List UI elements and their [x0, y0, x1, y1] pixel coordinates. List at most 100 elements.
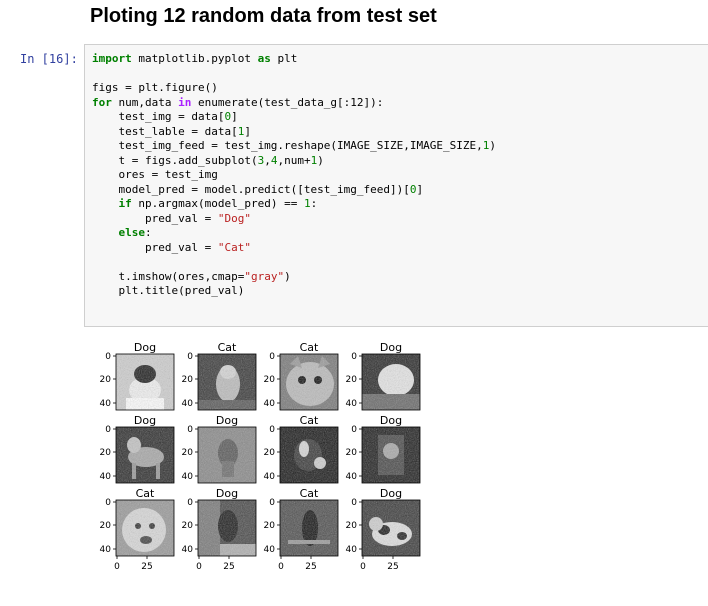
code-token: pred_val =: [92, 240, 218, 254]
code-line: pred_val = "Dog": [92, 212, 251, 225]
subplot-image: [116, 500, 174, 556]
subplot-title: Dog: [134, 414, 156, 427]
x-tick-label: 0: [196, 562, 202, 572]
subplot-title: Dog: [216, 487, 238, 500]
subplot: Cat 0 20 40: [264, 414, 339, 484]
code-cell[interactable]: import matplotlib.pyplot as plt figs = p…: [84, 44, 708, 327]
code-token: "gray": [244, 269, 285, 283]
subplot-title: Cat: [136, 487, 155, 500]
code-token: ): [317, 153, 324, 167]
code-token: enumerate(test_data_g[:12]):: [191, 95, 384, 109]
subplot: Dog020400 25: [346, 487, 421, 572]
y-tick-label: 40: [346, 545, 358, 555]
code-line: if np.argmax(model_pred) == 1:: [92, 197, 318, 210]
code-token: "Cat": [217, 240, 251, 254]
code-line: t.imshow(ores,cmap="gray"): [92, 269, 291, 283]
subplot: Dog 0 20 40: [182, 414, 257, 484]
code-token: 0: [409, 182, 417, 196]
subplot-title: Cat: [300, 414, 319, 427]
y-tick-label: 0: [269, 425, 275, 435]
output-figure: Dog 0 20 40 Cat 0 20 40 Cat 0 20 40 Dog 0 20 40 Dog 0 20 40…: [90, 334, 430, 584]
y-tick-label: 40: [182, 472, 194, 482]
code-token: matplotlib.pyplot: [131, 52, 258, 65]
code-token: :: [145, 226, 152, 239]
y-tick-label: 20: [264, 375, 276, 385]
code-line: pred_val = "Cat": [92, 241, 251, 254]
y-tick-label: 0: [105, 425, 111, 435]
y-tick-label: 20: [264, 521, 276, 531]
y-tick-label: 0: [187, 425, 193, 435]
y-tick-label: 40: [346, 472, 358, 482]
y-tick-label: 20: [346, 448, 358, 458]
code-token: :: [310, 197, 318, 210]
subplot-title: Dog: [380, 414, 402, 427]
subplot-image: [362, 427, 420, 483]
subplot-title: Cat: [218, 341, 237, 354]
code-token: ,: [264, 153, 271, 167]
y-tick-label: 20: [182, 448, 194, 458]
y-tick-label: 20: [100, 375, 112, 385]
subplot-grid: Dog 0 20 40 Cat 0 20 40 Cat 0 20 40 Dog 0 20 40 Dog 0 20 40…: [100, 341, 421, 572]
code-token: ]: [416, 182, 424, 196]
y-tick-label: 40: [100, 472, 112, 482]
y-tick-label: 40: [100, 545, 112, 555]
y-tick-label: 40: [100, 399, 112, 409]
y-tick-label: 20: [182, 521, 194, 531]
code-token: ores = test_img: [92, 168, 218, 181]
code-token: num,data: [111, 95, 179, 109]
subplot-title: Cat: [300, 487, 319, 500]
code-token: model_pred = model.predict([test_img_fee…: [92, 182, 410, 196]
y-tick-label: 0: [351, 352, 357, 362]
y-tick-label: 40: [182, 399, 194, 409]
y-tick-label: 20: [100, 448, 112, 458]
subplot-image: [116, 354, 174, 410]
x-tick-label: 25: [387, 562, 398, 572]
code-token: test_lable = data[: [92, 124, 238, 138]
subplot-title: Cat: [300, 341, 319, 354]
code-token: for: [92, 95, 112, 109]
subplot-title: Dog: [216, 414, 238, 427]
code-token: ): [489, 139, 496, 152]
code-line: test_img = data[0]: [92, 110, 237, 123]
y-tick-label: 20: [264, 448, 276, 458]
subplot-title: Dog: [380, 341, 402, 354]
code-token: pred_val =: [92, 211, 218, 225]
y-tick-label: 40: [264, 545, 276, 555]
code-token: 1: [303, 197, 311, 210]
y-tick-label: 0: [351, 498, 357, 508]
code-token: t = figs.add_subplot(: [92, 153, 258, 167]
y-tick-label: 40: [264, 399, 276, 409]
subplot-image: [198, 427, 256, 483]
code-token: plt: [270, 52, 298, 65]
code-token: test_img_feed = test_img.reshape(IMAGE_S…: [92, 139, 483, 152]
code-line: for num,data in enumerate(test_data_g[:1…: [92, 96, 383, 109]
code-token: in: [178, 95, 192, 109]
y-tick-label: 0: [105, 498, 111, 508]
subplot: Cat 0 20 40: [182, 341, 257, 411]
code-token: t.imshow(ores,cmap=: [92, 269, 245, 283]
x-tick-label: 0: [114, 562, 120, 572]
code-line: ores = test_img: [92, 168, 218, 181]
subplot: Dog020400 25: [182, 487, 257, 572]
subplot-image: [198, 500, 256, 556]
y-tick-label: 0: [187, 352, 193, 362]
y-tick-label: 40: [346, 399, 358, 409]
code-token: ): [284, 269, 291, 283]
code-token: ,num+: [277, 153, 311, 167]
code-token: as: [257, 52, 271, 65]
x-tick-label: 25: [141, 562, 152, 572]
subplot-image: [362, 354, 420, 410]
subplot: Dog 0 20 40: [100, 414, 175, 484]
y-tick-label: 40: [182, 545, 194, 555]
code-line: figs = plt.figure(): [92, 81, 218, 94]
code-token: test_img = data[: [92, 110, 225, 123]
code-line: test_lable = data[1]: [92, 124, 251, 138]
subplot: Cat020400 25: [264, 487, 339, 572]
y-tick-label: 0: [269, 498, 275, 508]
subplot-title: Dog: [134, 341, 156, 354]
subplot-image: [280, 500, 338, 556]
code-editor[interactable]: import matplotlib.pyplot as plt figs = p…: [92, 52, 496, 299]
subplot: Cat020400 25: [100, 487, 175, 572]
code-token: ]: [244, 124, 251, 138]
